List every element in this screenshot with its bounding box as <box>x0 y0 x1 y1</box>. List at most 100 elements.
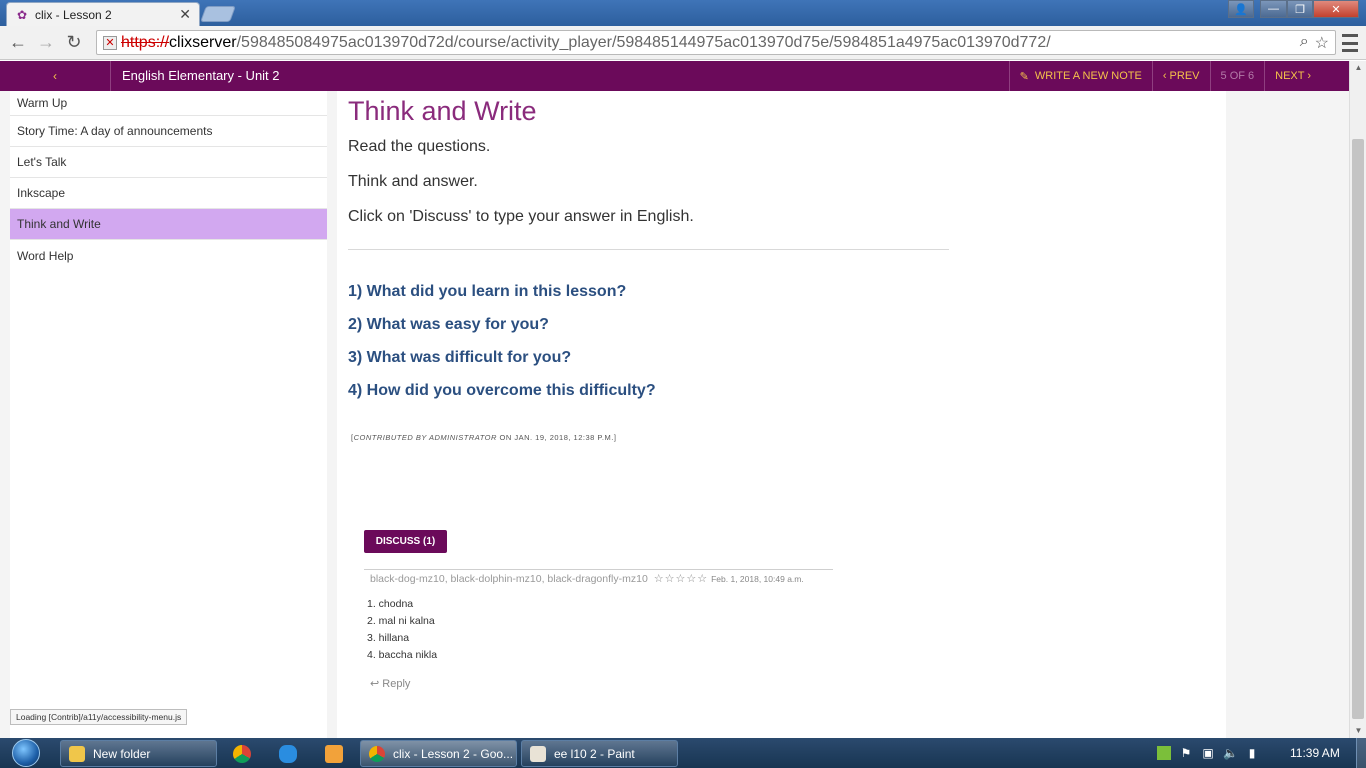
scroll-thumb[interactable] <box>1352 139 1364 719</box>
page-indicator: 5 OF 6 <box>1209 61 1265 91</box>
rating-stars-icon[interactable]: ☆☆☆☆☆ <box>654 572 708 585</box>
contribution-info: [CONTRIBUTED BY ADMINISTRATOR ON JAN. 19… <box>351 433 1226 442</box>
browser-tab[interactable]: ✿ clix - Lesson 2 ✕ <box>6 2 200 26</box>
taskbar-item-paint[interactable]: ee l10 2 - Paint <box>521 740 678 767</box>
chrome-icon <box>233 744 251 763</box>
question-item: 1) What did you learn in this lesson? <box>348 283 627 300</box>
sidebar-item-story-time[interactable]: Story Time: A day of announcements <box>10 116 327 147</box>
action-center-flag-icon[interactable]: ⚑ <box>1179 746 1193 760</box>
write-note-label: WRITE A NEW NOTE <box>1034 70 1142 82</box>
app-tray-icon[interactable] <box>1157 746 1171 760</box>
sidebar-item-word-help[interactable]: Word Help <box>10 240 327 271</box>
contributed-date: ON JAN. 19, 2018, 12:38 P.M.] <box>499 433 617 442</box>
close-window-icon[interactable]: ✕ <box>1313 0 1359 18</box>
sidebar-item-warm-up[interactable]: Warm Up <box>10 91 327 116</box>
taskbar-label: ee l10 2 - Paint <box>554 746 635 761</box>
reply-icon: ↩ <box>370 678 380 690</box>
window-controls: 👤 <box>1228 0 1254 18</box>
divider <box>348 249 949 250</box>
tab-title: clix - Lesson 2 <box>35 7 112 22</box>
back-arrow-icon[interactable]: ← <box>4 29 32 57</box>
sidebar-item-think-and-write[interactable]: Think and Write <box>10 209 327 240</box>
maximize-icon[interactable]: ❐ <box>1287 0 1313 18</box>
url-path: /598485084975ac013970d72d/course/activit… <box>236 33 1051 51</box>
sidebar-item-inkscape[interactable]: Inkscape <box>10 178 327 209</box>
folder-icon <box>69 745 85 762</box>
media-player-icon <box>325 744 343 763</box>
zoom-icon[interactable]: ⌕ <box>1300 33 1309 53</box>
taskbar-item-new-folder[interactable]: New folder <box>60 740 217 767</box>
activity-title: Think and Write <box>348 96 537 126</box>
show-desktop-button[interactable] <box>1356 738 1366 768</box>
volume-icon[interactable]: 🔈 <box>1223 746 1238 760</box>
next-button[interactable]: NEXT › <box>1264 61 1349 91</box>
minimize-icon[interactable]: — <box>1260 0 1287 18</box>
url-host: clixserver <box>169 33 237 51</box>
header-actions: ✎ WRITE A NEW NOTE ‹ PREV 5 OF 6 NEXT › <box>1008 61 1349 91</box>
browser-menu-icon[interactable] <box>1342 34 1358 52</box>
paint-icon <box>530 745 546 762</box>
page-scrollbar[interactable]: ▲ ▼ <box>1349 61 1366 738</box>
instruction-line: Read the questions. <box>348 138 491 155</box>
user-profile-icon[interactable]: 👤 <box>1228 0 1254 18</box>
discuss-button[interactable]: DISCUSS (1) <box>364 530 447 553</box>
url-scheme: https:// <box>121 33 170 51</box>
comment-date: Feb. 1, 2018, 10:49 a.m. <box>711 573 804 584</box>
taskbar-label: New folder <box>93 746 151 761</box>
course-header: ‹ English Elementary - Unit 2 ✎ WRITE A … <box>0 61 1349 91</box>
page-area: Warm Up Story Time: A day of announcemen… <box>0 91 1349 738</box>
clix-favicon-icon: ✿ <box>16 7 28 22</box>
system-tray: ⚑ ▣ 🔈 ▮ <box>1157 738 1259 768</box>
taskbar-clock[interactable]: 11:39 AM <box>1290 746 1340 760</box>
scroll-down-icon[interactable]: ▼ <box>1350 724 1366 738</box>
forward-arrow-icon[interactable]: → <box>32 29 60 57</box>
status-bubble: Loading [Contrib]/a11y/accessibility-men… <box>10 709 188 725</box>
windows-orb-icon <box>12 739 40 767</box>
sidebar-item-lets-talk[interactable]: Let's Talk <box>10 147 327 178</box>
answer-line: 1. chodna <box>367 598 414 610</box>
window-titlebar: ✿ clix - Lesson 2 ✕ 👤 — ❐ ✕ <box>0 0 1366 26</box>
scroll-up-icon[interactable]: ▲ <box>1350 61 1366 75</box>
start-button[interactable] <box>4 738 48 768</box>
lesson-sidebar: Warm Up Story Time: A day of announcemen… <box>10 91 327 738</box>
instruction-line: Click on 'Discuss' to type your answer i… <box>348 208 694 225</box>
answer-line: 2. mal ni kalna <box>367 615 435 627</box>
new-tab-button[interactable] <box>200 6 236 22</box>
edit-note-icon: ✎ <box>1019 70 1029 83</box>
taskbar-label: clix - Lesson 2 - Goo... <box>393 746 514 761</box>
prev-button[interactable]: ‹ PREV <box>1151 61 1210 91</box>
chrome-pin[interactable] <box>222 741 262 766</box>
activity-content: Think and Write Read the questions. Thin… <box>337 91 1226 738</box>
network-icon[interactable]: ▣ <box>1201 746 1215 760</box>
bookmark-star-icon[interactable]: ☆ <box>1315 33 1329 53</box>
course-back-button[interactable]: ‹ <box>0 61 111 91</box>
media-player-pin[interactable] <box>314 741 354 766</box>
omnibox-icons: ⌕ ☆ <box>1300 33 1329 53</box>
contributed-by: CONTRIBUTED BY ADMINISTRATOR <box>353 433 497 442</box>
windows-taskbar: New folder clix - Lesson 2 - Goo... ee l… <box>0 738 1366 768</box>
address-bar[interactable]: ✕ https:// clixserver /598485084975ac013… <box>96 30 1336 55</box>
taskbar-item-chrome[interactable]: clix - Lesson 2 - Goo... <box>360 740 517 767</box>
discussion-comment: black-dog-mz10, black-dolphin-mz10, blac… <box>364 569 833 666</box>
unit-title: English Elementary - Unit 2 <box>122 68 280 83</box>
question-item: 3) What was difficult for you? <box>348 349 572 366</box>
window-buttons: — ❐ ✕ <box>1260 0 1359 18</box>
write-note-button[interactable]: ✎ WRITE A NEW NOTE <box>1008 61 1152 91</box>
question-item: 4) How did you overcome this difficulty? <box>348 382 656 399</box>
answer-line: 4. baccha nikla <box>367 649 438 661</box>
answer-line: 3. hillana <box>367 632 410 644</box>
chrome-icon <box>369 745 385 762</box>
tab-close-icon[interactable]: ✕ <box>179 6 191 23</box>
reply-label: Reply <box>382 678 411 690</box>
insecure-lock-icon[interactable]: ✕ <box>103 35 117 50</box>
browser-toolbar: ← → ↻ ✕ https:// clixserver /59848508497… <box>0 26 1366 60</box>
comment-meta: black-dog-mz10, black-dolphin-mz10, blac… <box>364 572 833 586</box>
question-item: 2) What was easy for you? <box>348 316 549 333</box>
ie-pin[interactable] <box>268 741 308 766</box>
reload-icon[interactable]: ↻ <box>60 29 88 57</box>
instruction-line: Think and answer. <box>348 173 478 190</box>
comment-authors: black-dog-mz10, black-dolphin-mz10, blac… <box>370 572 648 585</box>
reply-link[interactable]: ↩ Reply <box>370 677 410 690</box>
internet-explorer-icon <box>279 744 297 763</box>
power-icon[interactable]: ▮ <box>1245 746 1259 760</box>
